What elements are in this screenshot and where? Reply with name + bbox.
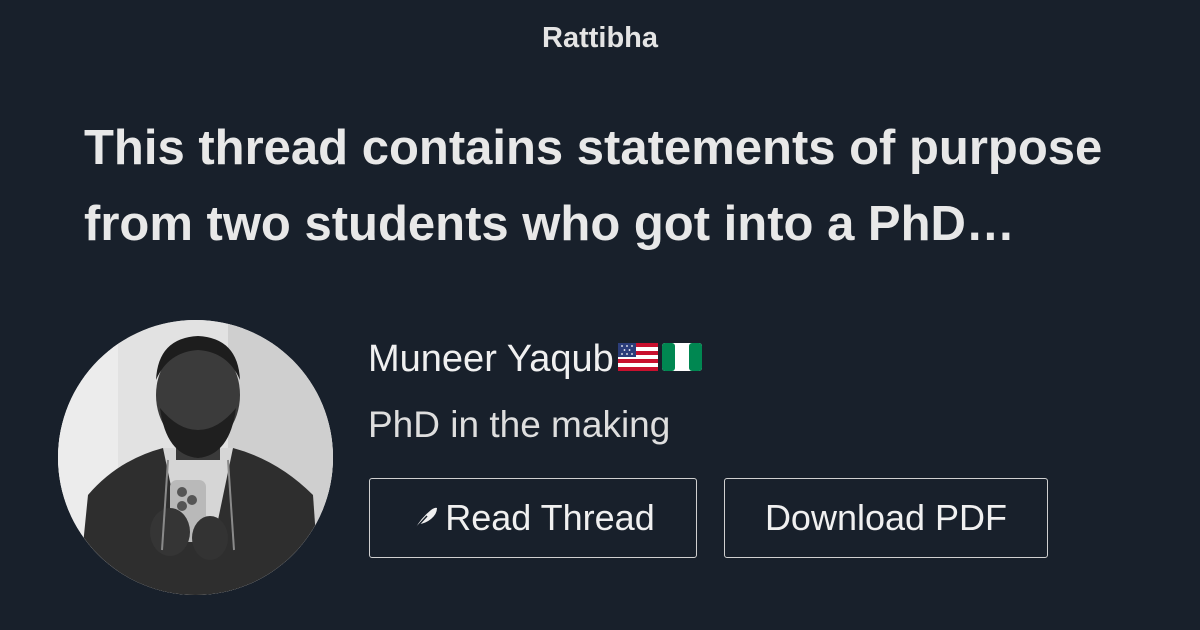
download-pdf-button[interactable]: Download PDF	[724, 478, 1048, 558]
site-brand[interactable]: Rattibha	[0, 22, 1200, 55]
author-name-row: Muneer Yaqub	[368, 338, 702, 381]
read-thread-button[interactable]: Read Thread	[369, 478, 697, 558]
feather-icon	[411, 499, 439, 541]
download-pdf-label: Download PDF	[764, 497, 1008, 538]
author-name: Muneer Yaqub	[368, 338, 614, 380]
author-avatar	[58, 320, 333, 595]
read-thread-label: Read Thread	[445, 497, 655, 538]
us-flag-icon	[617, 338, 658, 381]
nigeria-flag-icon	[661, 338, 702, 381]
author-bio: PhD in the making	[368, 404, 671, 445]
thread-title: This thread contains statements of purpo…	[84, 121, 1103, 251]
